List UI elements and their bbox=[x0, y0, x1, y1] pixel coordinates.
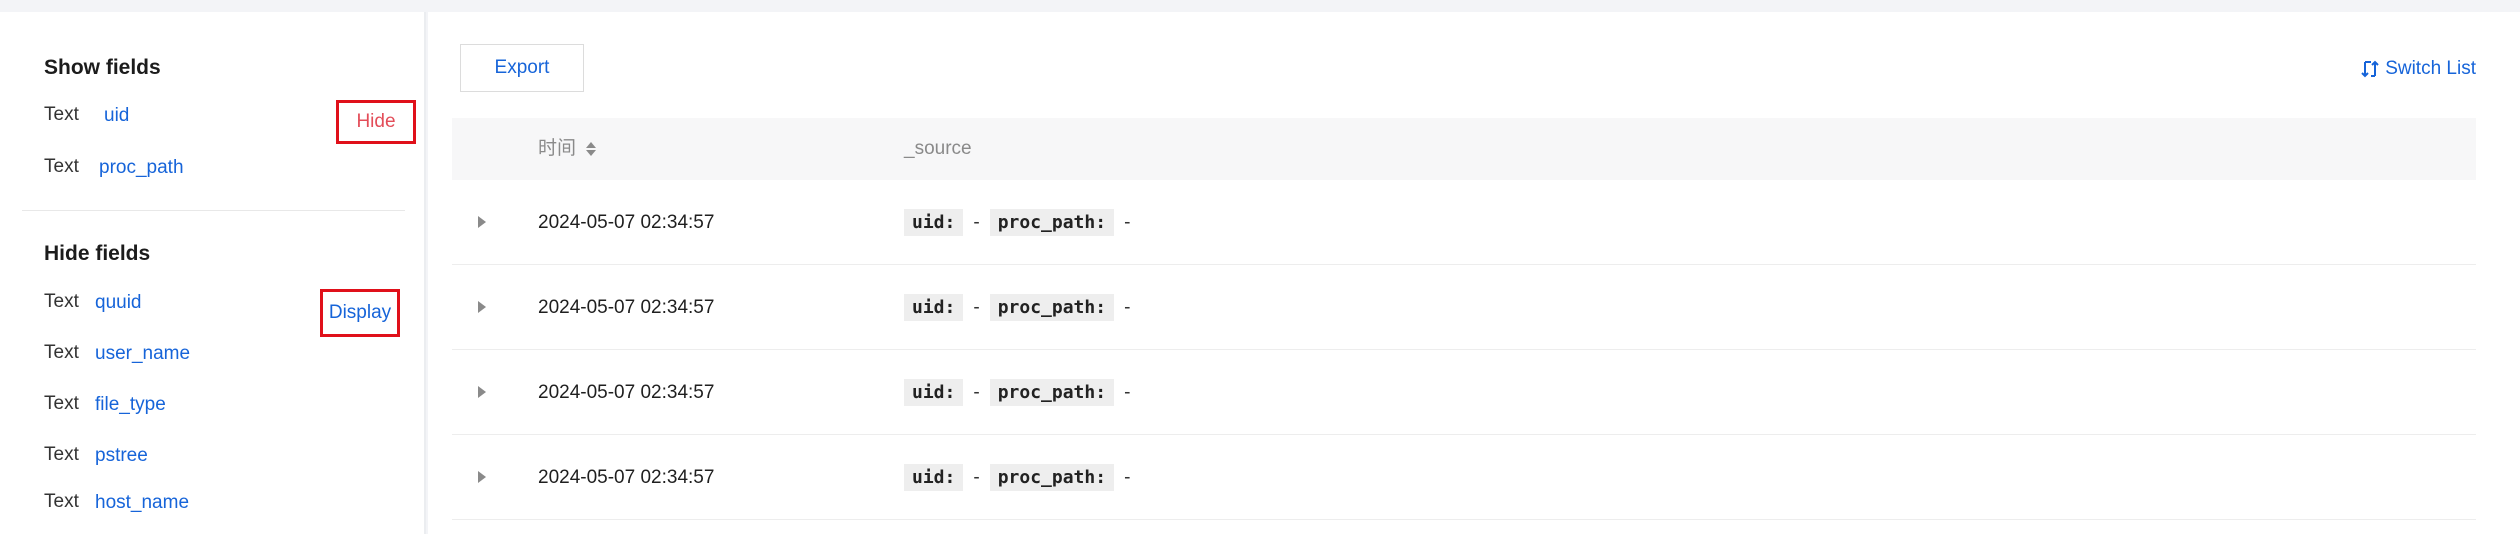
source-key: proc_path: bbox=[989, 379, 1115, 406]
section-divider bbox=[22, 210, 405, 211]
source-value: - bbox=[973, 211, 980, 233]
source-value: - bbox=[973, 296, 980, 318]
field-type-label: Text bbox=[44, 444, 79, 465]
hide-field-host-name[interactable]: Text host_name bbox=[44, 491, 424, 523]
export-button[interactable]: Export bbox=[460, 44, 584, 92]
table-row: 2024-05-07 02:34:57 uid: - proc_path: - bbox=[452, 435, 2476, 520]
hide-field-file-type[interactable]: Text file_type bbox=[44, 393, 424, 425]
show-field-proc-path[interactable]: Text proc_path bbox=[44, 156, 424, 188]
source-column-header: _source bbox=[904, 138, 972, 159]
switch-list-label: Switch List bbox=[2385, 58, 2476, 79]
sort-icon[interactable] bbox=[586, 142, 597, 156]
row-time: 2024-05-07 02:34:57 bbox=[538, 212, 715, 233]
source-value: - bbox=[973, 381, 980, 403]
switch-icon bbox=[2361, 60, 2379, 78]
field-type-label: Text bbox=[44, 104, 79, 125]
field-name-link[interactable]: file_type bbox=[95, 394, 166, 416]
table-row: 2024-05-07 02:34:57 uid: - proc_path: - bbox=[452, 180, 2476, 265]
row-source: uid: - proc_path: - bbox=[904, 180, 1130, 265]
display-field-button[interactable]: Display bbox=[320, 289, 400, 337]
source-value: - bbox=[1124, 296, 1131, 318]
row-source: uid: - proc_path: - bbox=[904, 265, 1130, 350]
field-type-label: Text bbox=[44, 393, 79, 414]
source-key: uid: bbox=[904, 379, 964, 406]
field-type-label: Text bbox=[44, 156, 79, 177]
top-strip bbox=[0, 0, 2520, 12]
source-key: proc_path: bbox=[989, 294, 1115, 321]
source-value: - bbox=[1124, 466, 1131, 488]
row-time: 2024-05-07 02:34:57 bbox=[538, 467, 715, 488]
hide-field-pstree[interactable]: Text pstree bbox=[44, 444, 424, 476]
table-header: 时间 _source bbox=[452, 118, 2476, 180]
source-value: - bbox=[1124, 381, 1131, 403]
expand-row-icon[interactable] bbox=[478, 471, 486, 483]
log-table: 时间 _source 2024-05-07 02:34:57 uid: - pr… bbox=[452, 118, 2476, 520]
log-results-panel: Export Switch List 时间 _source 2024-05-07… bbox=[428, 12, 2520, 534]
field-name-link[interactable]: host_name bbox=[95, 492, 189, 514]
table-row: 2024-05-07 02:34:57 uid: - proc_path: - bbox=[452, 265, 2476, 350]
source-key: uid: bbox=[904, 294, 964, 321]
table-row: 2024-05-07 02:34:57 uid: - proc_path: - bbox=[452, 350, 2476, 435]
row-time: 2024-05-07 02:34:57 bbox=[538, 297, 715, 318]
field-name-link[interactable]: proc_path bbox=[99, 157, 184, 179]
show-fields-title: Show fields bbox=[44, 56, 161, 79]
time-header-label: 时间 bbox=[538, 138, 577, 159]
source-key: uid: bbox=[904, 209, 964, 236]
expand-row-icon[interactable] bbox=[478, 301, 486, 313]
field-type-label: Text bbox=[44, 491, 79, 512]
field-type-label: Text bbox=[44, 342, 79, 363]
source-key: proc_path: bbox=[989, 464, 1115, 491]
expand-row-icon[interactable] bbox=[478, 386, 486, 398]
hide-fields-title: Hide fields bbox=[44, 242, 151, 265]
source-value: - bbox=[973, 466, 980, 488]
expand-row-icon[interactable] bbox=[478, 216, 486, 228]
hide-field-button[interactable]: Hide bbox=[336, 100, 416, 144]
field-name-link[interactable]: user_name bbox=[95, 343, 190, 365]
field-name-link[interactable]: uid bbox=[104, 105, 129, 127]
switch-list-button[interactable]: Switch List bbox=[2361, 58, 2476, 80]
field-type-label: Text bbox=[44, 291, 79, 312]
source-key: uid: bbox=[904, 464, 964, 491]
field-name-link[interactable]: quuid bbox=[95, 292, 142, 314]
time-column-header[interactable]: 时间 bbox=[538, 118, 597, 180]
field-sidebar: Show fields Text uid Hide Text proc_path… bbox=[0, 12, 426, 534]
row-time: 2024-05-07 02:34:57 bbox=[538, 382, 715, 403]
source-value: - bbox=[1124, 211, 1131, 233]
row-source: uid: - proc_path: - bbox=[904, 350, 1130, 435]
source-key: proc_path: bbox=[989, 209, 1115, 236]
field-name-link[interactable]: pstree bbox=[95, 445, 148, 467]
hide-field-user-name[interactable]: Text user_name bbox=[44, 342, 424, 374]
row-source: uid: - proc_path: - bbox=[904, 435, 1130, 520]
